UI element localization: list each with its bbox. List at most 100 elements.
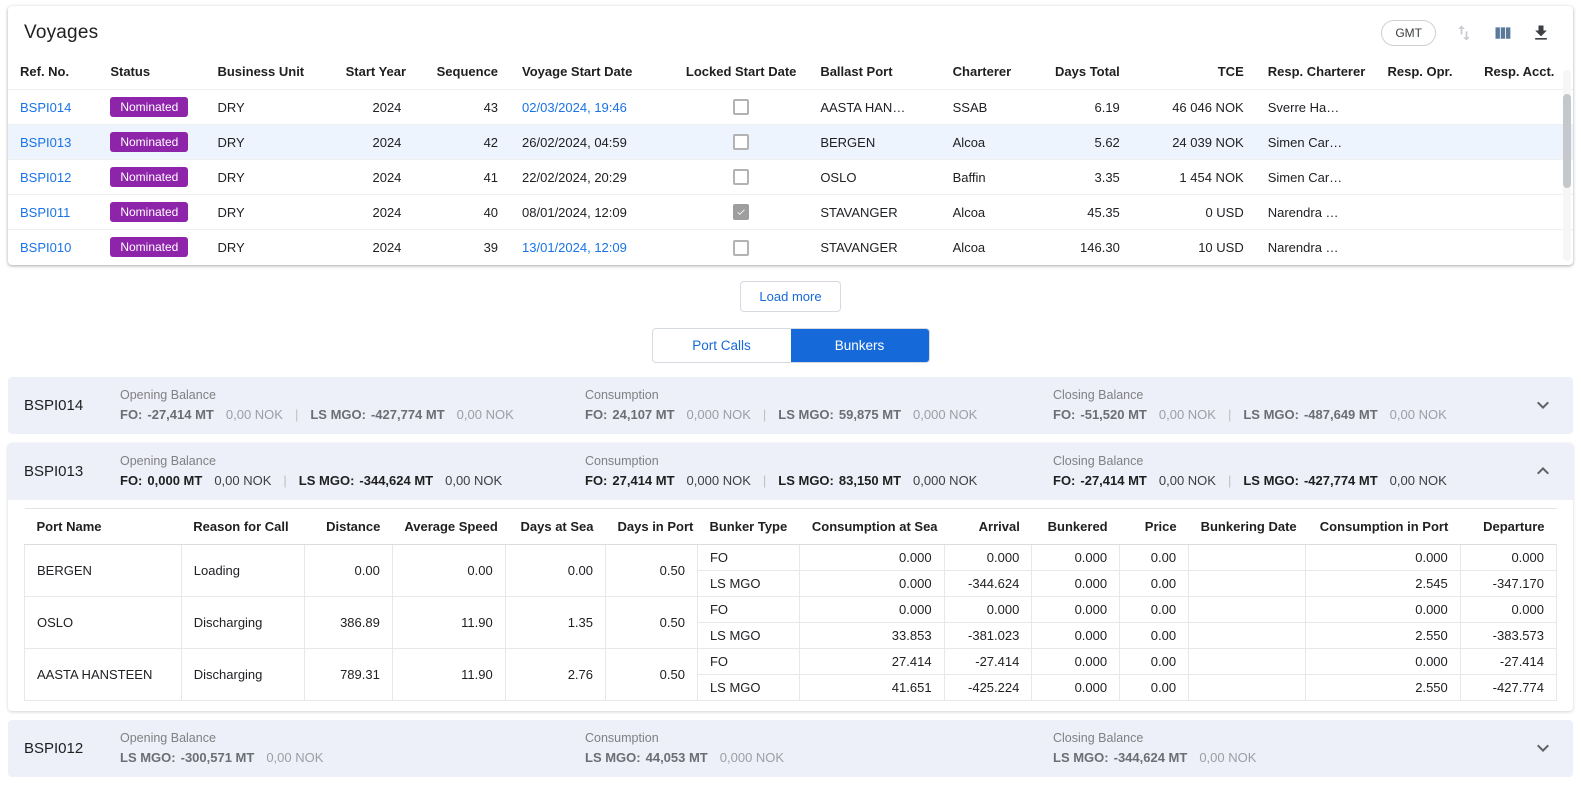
fuel-quantity: -427,774 MT [1304,473,1378,488]
voyage-start-date[interactable]: 13/01/2024, 12:09 [522,240,627,255]
separator: | [763,473,766,488]
voyage-row[interactable]: BSPI014NominatedDRY20244302/03/2024, 19:… [8,90,1573,125]
bunker-consumption-in-port: 2.550 [1306,622,1461,648]
cell-tce: 24 039 NOK [1132,125,1256,160]
fuel-quantity: -487,649 MT [1304,407,1378,422]
balance-values: LS MGO:-344,624 MT0,00 NOK [1053,750,1531,765]
voyages-col-resp_charterer[interactable]: Resp. Charterer [1256,54,1376,90]
voyage-link[interactable]: BSPI011 [20,205,70,220]
port-days-port: 0.50 [606,544,698,596]
voyages-col-ballast[interactable]: Ballast Port [808,54,940,90]
balance-section-label: Closing Balance [1053,731,1531,745]
load-more-button[interactable]: Load more [740,281,840,312]
bunker-departure: 0.000 [1460,544,1556,570]
fuel-label: LS MGO: [1243,473,1299,488]
cell-start-date: 08/01/2024, 12:09 [510,195,674,230]
chevron-up-icon[interactable] [1531,459,1555,483]
bunker-bunkered: 0.000 [1032,674,1120,700]
port-col-price: Price [1120,508,1189,544]
locked-checkbox[interactable] [733,169,749,185]
sort-icon[interactable] [1454,23,1474,43]
bunker-price: 0.00 [1120,570,1189,596]
port-col-distance: Distance [305,508,393,544]
timezone-button[interactable]: GMT [1381,20,1436,46]
chevron-down-icon[interactable] [1531,736,1555,760]
cell-start-year: 2024 [334,195,414,230]
bunker-bunkering-date [1189,596,1306,622]
voyages-col-seq[interactable]: Sequence [413,54,510,90]
separator: | [1228,473,1231,488]
voyage-link[interactable]: BSPI012 [20,170,71,185]
port-reason: Discharging [181,648,304,700]
voyages-toolbar: GMT [1381,20,1551,46]
vertical-scrollbar[interactable] [1563,94,1571,188]
fuel-label: FO: [120,407,142,422]
columns-icon[interactable] [1492,23,1513,44]
balance-section-label: Opening Balance [120,454,585,468]
cell-business-unit: DRY [205,160,333,195]
bunker-arrival: 0.000 [944,544,1032,570]
voyages-col-year[interactable]: Start Year [334,54,414,90]
bunker-type: FO [697,544,799,570]
accordion-header[interactable]: BSPI014Opening BalanceFO:-27,414 MT0,00 … [8,377,1573,434]
locked-checkbox[interactable] [733,134,749,150]
voyages-col-days[interactable]: Days Total [1041,54,1131,90]
fuel-label: LS MGO: [778,473,834,488]
voyage-link[interactable]: BSPI014 [20,100,71,115]
cell-ref: BSPI010 [8,230,98,265]
cell-business-unit: DRY [205,230,333,265]
separator: | [283,473,286,488]
voyages-col-ref[interactable]: Ref. No. [8,54,98,90]
bunker-consumption-in-port: 0.000 [1306,648,1461,674]
voyages-col-resp_acct[interactable]: Resp. Acct. [1472,54,1573,90]
cell-tce: 1 454 NOK [1132,160,1256,195]
voyage-row[interactable]: BSPI011NominatedDRY20244008/01/2024, 12:… [8,195,1573,230]
voyages-col-tce[interactable]: TCE [1132,54,1256,90]
voyages-col-status[interactable]: Status [98,54,205,90]
cell-start-date: 26/02/2024, 04:59 [510,125,674,160]
tab-port-calls[interactable]: Port Calls [653,329,791,362]
cell-tce: 46 046 NOK [1132,90,1256,125]
voyages-col-locked[interactable]: Locked Start Date [674,54,808,90]
bunker-port-table: Port NameReason for CallDistanceAverage … [24,508,1557,701]
cell-resp-acct [1472,160,1573,195]
locked-checkbox[interactable] [733,99,749,115]
port-col-bunkering-date: Bunkering Date [1189,508,1306,544]
voyage-row[interactable]: BSPI013NominatedDRY20244226/02/2024, 04:… [8,125,1573,160]
bunker-departure: -427.774 [1460,674,1556,700]
fuel-cost: 0,00 NOK [214,473,271,488]
voyages-col-start[interactable]: Voyage Start Date [510,54,674,90]
voyages-col-charterer[interactable]: Charterer [941,54,1042,90]
cell-ref: BSPI011 [8,195,98,230]
cell-locked [674,90,808,125]
voyage-row[interactable]: BSPI010NominatedDRY20243913/01/2024, 12:… [8,230,1573,265]
locked-checkbox[interactable] [733,204,749,220]
voyages-col-resp_opr[interactable]: Resp. Opr. [1375,54,1472,90]
fuel-label: LS MGO: [299,473,355,488]
bunker-consumption-in-port: 0.000 [1306,544,1461,570]
cell-ballast-port: BERGEN [808,125,940,160]
balance-section-label: Consumption [585,454,1053,468]
voyages-col-bu[interactable]: Business Unit [205,54,333,90]
balance-consumption: ConsumptionLS MGO:44,053 MT0,000 NOK [585,731,1053,765]
balance-closing: Closing BalanceFO:-27,414 MT0,00 NOK|LS … [1053,454,1531,488]
download-icon[interactable] [1531,23,1551,43]
voyage-start-date[interactable]: 02/03/2024, 19:46 [522,100,627,115]
cell-resp-charterer: Narendra … [1256,195,1376,230]
cell-sequence: 43 [413,90,510,125]
voyage-row[interactable]: BSPI012NominatedDRY20244122/02/2024, 20:… [8,160,1573,195]
chevron-down-icon[interactable] [1531,393,1555,417]
tab-bunkers[interactable]: Bunkers [791,329,929,362]
status-badge: Nominated [110,97,188,117]
locked-checkbox[interactable] [733,240,749,256]
bunker-arrival: -344.624 [944,570,1032,596]
port-row: OSLODischarging386.8911.901.350.50FO0.00… [25,596,1557,622]
voyage-start-date: 22/02/2024, 20:29 [522,170,627,185]
cell-charterer: Alcoa [941,125,1042,160]
fuel-label: FO: [585,473,607,488]
accordion-header[interactable]: BSPI013Opening BalanceFO:0,000 MT0,00 NO… [8,443,1573,500]
accordion-header[interactable]: BSPI012Opening BalanceLS MGO:-300,571 MT… [8,720,1573,777]
voyage-link[interactable]: BSPI010 [20,240,71,255]
balance-section-label: Opening Balance [120,731,585,745]
voyage-link[interactable]: BSPI013 [20,135,71,150]
